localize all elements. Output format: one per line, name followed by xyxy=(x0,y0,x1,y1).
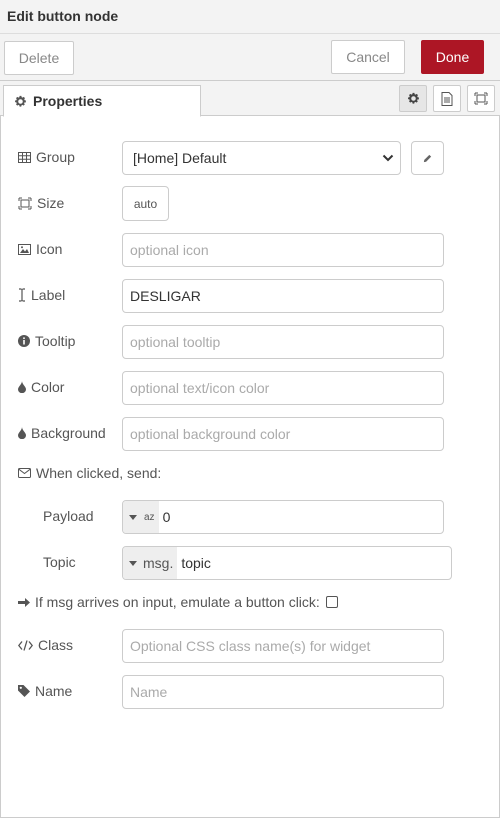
done-button[interactable]: Done xyxy=(421,40,484,74)
pencil-icon xyxy=(423,154,432,162)
payload-value[interactable]: 0 xyxy=(159,501,171,533)
group-select[interactable]: [Home] Default xyxy=(122,141,401,175)
tint-icon xyxy=(18,381,26,393)
envelope-icon xyxy=(18,468,31,478)
arrow-right-icon xyxy=(18,597,30,607)
label-input[interactable]: DESLIGAR xyxy=(122,279,444,313)
info-icon xyxy=(18,335,30,347)
topic-typed-input[interactable]: msg. topic xyxy=(122,546,452,580)
dialog-header: Edit button node xyxy=(0,0,500,34)
tag-icon xyxy=(18,685,30,697)
dialog-title: Edit button node xyxy=(7,8,119,24)
tint-icon xyxy=(18,427,26,439)
payload-type-selector[interactable]: az xyxy=(123,501,159,533)
tab-properties-label: Properties xyxy=(33,93,103,109)
background-input[interactable]: optional background color xyxy=(122,417,444,451)
class-input[interactable]: Optional CSS class name(s) for widget xyxy=(122,629,444,663)
tab-properties[interactable]: Properties xyxy=(3,85,201,117)
label-label: Label xyxy=(18,287,65,303)
when-clicked-label: When clicked, send: xyxy=(18,465,161,481)
color-label: Color xyxy=(18,379,64,395)
frame-icon xyxy=(474,92,488,105)
tab-bar: Properties xyxy=(0,81,500,117)
string-type-icon: az xyxy=(144,511,155,523)
edit-group-button[interactable] xyxy=(411,141,444,175)
action-bar: Delete Cancel Done xyxy=(0,34,500,81)
icon-input[interactable]: optional icon xyxy=(122,233,444,267)
caret-down-icon xyxy=(129,514,137,520)
topic-value[interactable]: topic xyxy=(177,547,211,579)
emulate-checkbox[interactable] xyxy=(325,596,338,608)
gear-icon xyxy=(15,95,26,107)
code-icon xyxy=(18,639,33,651)
payload-label: Payload xyxy=(43,508,94,524)
text-cursor-icon xyxy=(19,288,25,302)
icon-label: Icon xyxy=(18,241,62,257)
tooltip-label: Tooltip xyxy=(18,333,75,349)
frame-icon xyxy=(18,197,32,209)
image-icon xyxy=(18,243,31,255)
background-label: Background xyxy=(18,425,106,441)
cancel-button[interactable]: Cancel xyxy=(331,40,405,74)
emulate-label: If msg arrives on input, emulate a butto… xyxy=(35,594,320,610)
tooltip-input[interactable]: optional tooltip xyxy=(122,325,444,359)
document-icon xyxy=(441,91,453,106)
emulate-row: If msg arrives on input, emulate a butto… xyxy=(18,594,338,610)
class-label: Class xyxy=(18,637,73,653)
topic-type-label: msg. xyxy=(143,555,174,571)
caret-down-icon xyxy=(129,560,137,566)
chevron-down-icon xyxy=(382,154,394,162)
name-input[interactable]: Name xyxy=(122,675,444,709)
size-button[interactable]: auto xyxy=(122,186,169,221)
table-icon xyxy=(18,151,31,163)
topic-label: Topic xyxy=(43,554,76,570)
delete-button[interactable]: Delete xyxy=(4,41,74,75)
group-label: Group xyxy=(18,149,75,165)
color-input[interactable]: optional text/icon color xyxy=(122,371,444,405)
tab-appearance[interactable] xyxy=(467,85,495,112)
tab-description[interactable] xyxy=(433,85,461,112)
payload-typed-input[interactable]: az 0 xyxy=(122,500,444,534)
tab-settings[interactable] xyxy=(399,85,427,112)
gear-icon xyxy=(407,92,419,104)
size-label: Size xyxy=(18,195,64,211)
topic-type-selector[interactable]: msg. xyxy=(123,547,178,579)
name-label: Name xyxy=(18,683,72,699)
